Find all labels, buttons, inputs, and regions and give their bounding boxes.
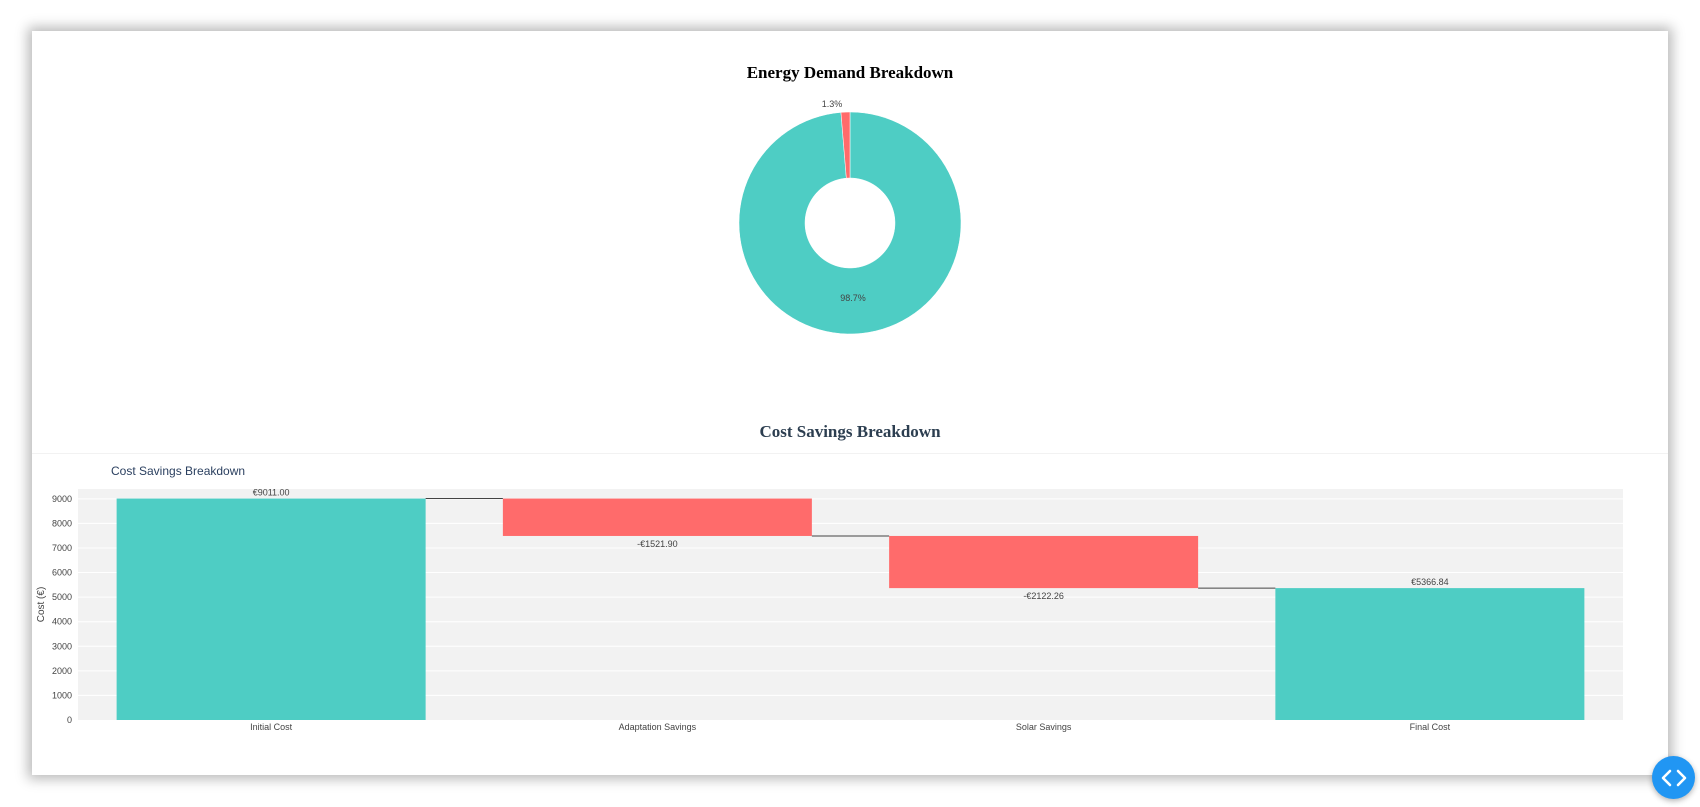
x-tick-label: Solar Savings [1016, 722, 1072, 732]
waterfall-bar[interactable] [889, 535, 1199, 589]
x-tick-label: Final Cost [1410, 722, 1451, 732]
cost-waterfall-chart: Cost Savings Breakdown 0 1000 2000 3000 4000 5… [36, 464, 1623, 732]
x-tick-label: Initial Cost [250, 722, 293, 732]
bar-value-label: -€2122.26 [1023, 591, 1064, 601]
bar-value-label: €5366.84 [1411, 577, 1449, 587]
waterfall-chart-title: Cost Savings Breakdown [111, 464, 245, 478]
bar-value-label: €9011.00 [253, 488, 290, 498]
y-tick-label: 8000 [52, 518, 72, 528]
y-tick-label: 3000 [52, 641, 72, 651]
y-axis-label: Cost (€) [36, 587, 47, 623]
y-tick-label: 5000 [52, 592, 72, 602]
waterfall-section-title: Cost Savings Breakdown [759, 422, 941, 441]
y-tick-label: 2000 [52, 666, 72, 676]
y-tick-label: 9000 [52, 494, 72, 504]
donut-slice-label: 1.3% [822, 99, 843, 109]
energy-donut-chart: 98.7% 1.3% [738, 99, 962, 335]
waterfall-bar[interactable] [502, 498, 812, 536]
y-tick-label: 6000 [52, 568, 72, 578]
x-tick-label: Adaptation Savings [619, 722, 697, 732]
code-brackets-icon [1661, 769, 1686, 786]
waterfall-bar[interactable] [116, 498, 426, 720]
y-tick-label: 0 [67, 715, 72, 725]
y-tick-label: 1000 [52, 690, 72, 700]
y-tick-label: 4000 [52, 617, 72, 627]
bar-value-label: -€1521.90 [637, 539, 678, 549]
code-toggle-button[interactable] [1652, 756, 1695, 799]
waterfall-bar[interactable] [1275, 588, 1585, 720]
donut-slice-label: 98.7% [840, 293, 866, 303]
y-tick-label: 7000 [52, 543, 72, 553]
chart-card: Energy Demand Breakdown 98.7% 1.3% Cost S… [32, 31, 1695, 799]
